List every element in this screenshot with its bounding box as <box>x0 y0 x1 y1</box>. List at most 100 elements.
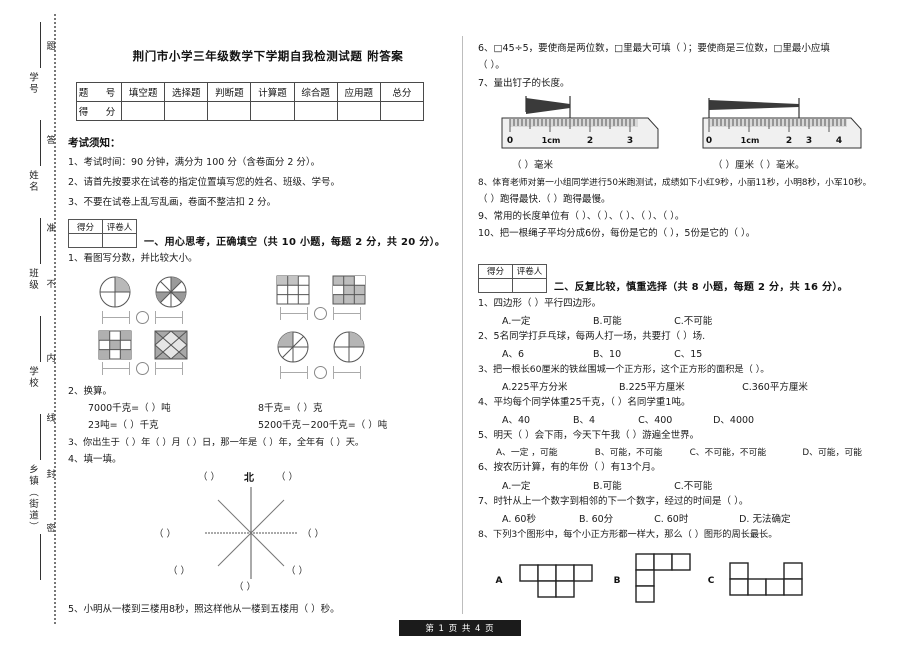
conversion-1[interactable]: 7000千克=（ ）吨 <box>88 402 258 416</box>
grader-name-cell[interactable] <box>512 277 547 293</box>
score-cell[interactable] <box>207 101 252 121</box>
question-1-9[interactable]: 9、常用的长度单位有（ ）、（ ）、（ ）、（ ）、（ ）。 <box>478 210 878 224</box>
ruler-caption-a[interactable]: （ ）毫米 <box>498 157 673 171</box>
seal-inner-char: 不 <box>44 279 55 291</box>
compare-operator-circle[interactable] <box>136 310 149 324</box>
circle-quarter-shaded-2-icon <box>333 331 365 363</box>
score-cell[interactable] <box>120 101 166 121</box>
question-1-8-cont[interactable]: （ ）跑得最快.（ ）跑得最慢。 <box>478 193 878 207</box>
polyomino-b-icon[interactable] <box>630 550 698 612</box>
grid-3x3-shaded-icon <box>276 275 310 305</box>
compass-blank-w[interactable]: （ ） <box>154 526 176 540</box>
fraction-compare-blanks[interactable] <box>102 361 218 375</box>
option-c[interactable]: C. 60时 <box>654 511 736 525</box>
fraction-compare-blanks[interactable] <box>280 306 396 320</box>
score-cell[interactable] <box>293 101 338 121</box>
option-c[interactable]: C.不可能 <box>674 478 712 492</box>
option-a[interactable]: A.一定 <box>502 478 590 492</box>
question-2-1[interactable]: 1、四边形（ ）平行四边形。 <box>478 297 878 311</box>
question-1-10[interactable]: 10、把一根绳子平均分成6份，每份是它的（ ），5份是它的（ ）。 <box>478 227 878 241</box>
fraction-compare-blanks[interactable] <box>102 310 218 324</box>
answer-blank[interactable] <box>333 365 361 379</box>
seal-inner-char-7: 密 <box>40 520 60 539</box>
ruler-caption-b[interactable]: （ ）厘米（ ）毫米。 <box>699 157 874 171</box>
answer-blank[interactable] <box>333 306 361 320</box>
score-cell[interactable] <box>336 101 381 121</box>
option-a[interactable]: A.一定 <box>502 313 590 327</box>
answer-blank[interactable] <box>102 361 130 375</box>
option-d[interactable]: D、可能，可能 <box>802 445 862 458</box>
ruler-figures: 0 1cm 2 3 （ ）毫米 0 1cm 2 3 4 （ ）厘米（ ）毫米。 <box>498 95 878 171</box>
ruler-with-long-nail-icon: 0 1cm 2 3 4 <box>702 97 862 149</box>
compare-operator-circle[interactable] <box>136 361 149 375</box>
grader-name-cell[interactable] <box>102 233 137 249</box>
option-a[interactable]: A、6 <box>502 346 590 360</box>
question-2-2[interactable]: 2、5名同学打乒乓球，每两人打一场，共要打（ ）场. <box>478 330 878 344</box>
poly-label-c: C <box>707 575 715 586</box>
answer-blank[interactable] <box>280 306 308 320</box>
seal-field-label: 学校 <box>27 366 38 389</box>
question-2-8[interactable]: 8、下列3个图形中，每个小正方形都一样大，那么（ ）图形的周长最长。 <box>478 528 878 542</box>
option-c[interactable]: C、400 <box>638 412 710 426</box>
compass-blank-e[interactable]: （ ） <box>302 526 324 540</box>
option-a[interactable]: A、40 <box>502 412 570 426</box>
score-cell[interactable] <box>250 101 295 121</box>
page-title: 荆门市小学三年级数学下学期自我检测试题 附答案 <box>132 49 404 63</box>
fraction-compare-blanks[interactable] <box>280 365 396 379</box>
answer-blank[interactable] <box>102 310 130 324</box>
option-d[interactable]: D、4000 <box>713 412 754 426</box>
option-c[interactable]: C、15 <box>674 346 702 360</box>
polyomino-a-icon[interactable] <box>512 557 604 605</box>
option-b[interactable]: B、4 <box>573 412 635 426</box>
question-2-5-options: A、一定 ，可能 B、可能，不可能 C、不可能，不可能 D、可能，可能 <box>496 445 878 458</box>
conversion-2[interactable]: 8千克=（ ）克 <box>258 402 468 416</box>
seal-field-xuexiao: 学校 <box>14 366 50 393</box>
question-2-3[interactable]: 3、把一根长60厘米的铁丝围城一个正方形，这个正方形的面积是（ ）。 <box>478 363 878 377</box>
option-d[interactable]: D. 无法确定 <box>739 511 790 525</box>
question-1-6-cont[interactable]: （ ）。 <box>478 59 878 73</box>
option-b[interactable]: B.225平方厘米 <box>619 379 739 393</box>
answer-blank[interactable] <box>155 361 183 375</box>
option-c[interactable]: C、不可能，不可能 <box>690 445 800 458</box>
grader-score-cell[interactable] <box>478 277 513 293</box>
conversion-3[interactable]: 23吨=（ ）千克 <box>88 419 258 433</box>
question-1-3[interactable]: 3、你出生于（ ）年（ ）月（ ）日，那一年是（ ）年，全年有（ ）天。 <box>68 436 468 450</box>
conversion-4[interactable]: 5200千克－200千克=（ ）吨 <box>258 419 468 433</box>
compass-blank-nw[interactable]: （ ） <box>198 469 220 483</box>
grader-score-label: 得分 <box>68 219 103 235</box>
score-cell[interactable] <box>164 101 209 121</box>
option-b[interactable]: B.可能 <box>593 478 671 492</box>
seal-field-label: 班级 <box>27 268 38 291</box>
poly-label-b: B <box>613 575 621 586</box>
grader-score-cell[interactable] <box>68 233 103 249</box>
option-c[interactable]: C.360平方厘米 <box>742 379 808 393</box>
question-2-6[interactable]: 6、按农历计算，有的年份（ ）有13个月。 <box>478 461 878 475</box>
option-c[interactable]: C.不可能 <box>674 313 712 327</box>
option-b[interactable]: B、10 <box>593 346 671 360</box>
answer-blank[interactable] <box>280 365 308 379</box>
compass-blank-se[interactable]: （ ） <box>286 563 308 577</box>
question-2-4[interactable]: 4、平均每个同学体重25千克，（ ）名同学重1吨。 <box>478 396 878 410</box>
compass-blank-s[interactable]: （ ） <box>234 579 256 593</box>
compare-operator-circle[interactable] <box>314 365 327 379</box>
score-cell[interactable] <box>379 101 425 121</box>
answer-blank[interactable] <box>155 310 183 324</box>
compass-blank-sw[interactable]: （ ） <box>168 563 190 577</box>
question-2-5[interactable]: 5、明天（ ）会下雨，今天下午我（ ）游遍全世界。 <box>478 429 878 443</box>
compare-operator-circle[interactable] <box>314 306 327 320</box>
table-row <box>68 233 137 249</box>
option-a[interactable]: A. 60秒 <box>502 511 576 525</box>
polyomino-c-icon[interactable] <box>724 557 816 605</box>
question-2-7[interactable]: 7、时针从上一个数字到相邻的下一个数字，经过的时间是（ ）。 <box>478 495 878 509</box>
notice-heading: 考试须知： <box>68 137 121 149</box>
option-a[interactable]: A、一定 ，可能 <box>496 445 592 458</box>
question-1-6[interactable]: 6、□45÷5，要使商是两位数，□里最大可填（ ）；要使商是三位数，□里最小应填 <box>478 42 878 56</box>
option-b[interactable]: B. 60分 <box>579 511 651 525</box>
option-b[interactable]: B、可能，不可能 <box>595 445 687 458</box>
square-inscribed-diamond-icon <box>154 329 188 360</box>
grader-box-2: 得分 评卷人 <box>478 263 547 293</box>
compass-blank-ne[interactable]: （ ） <box>276 469 298 483</box>
question-1-5[interactable]: 5、小明从一楼到三楼用8秒，照这样他从一楼到五楼用（ ）秒。 <box>68 603 468 617</box>
option-a[interactable]: A.225平方分米 <box>502 379 616 393</box>
option-b[interactable]: B.可能 <box>593 313 671 327</box>
